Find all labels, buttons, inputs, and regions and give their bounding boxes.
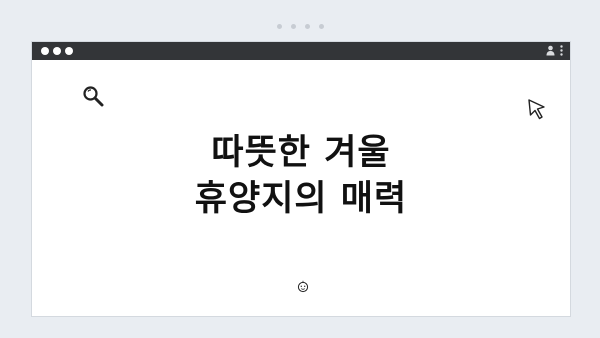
screen: 따뜻한 겨울 휴양지의 매력 [0, 0, 600, 338]
window-dot [65, 47, 73, 55]
title-line-1: 따뜻한 겨울 [211, 133, 391, 173]
kebab-menu-icon[interactable] [560, 45, 563, 56]
search-icon[interactable] [82, 85, 104, 107]
window-dot [41, 47, 49, 55]
window-content: 따뜻한 겨울 휴양지의 매력 [32, 60, 570, 318]
indicator-dot [276, 24, 282, 29]
page-title: 따뜻한 겨울 휴양지의 매력 [32, 130, 570, 222]
indicator-dot [318, 24, 324, 29]
window-dot [53, 47, 61, 55]
browser-window: 따뜻한 겨울 휴양지의 매력 [31, 41, 571, 317]
cursor-icon [528, 99, 545, 120]
indicator-dot [290, 24, 296, 29]
user-icon[interactable] [546, 45, 555, 56]
page-indicator-dots [0, 24, 600, 29]
title-line-2: 휴양지의 매력 [194, 179, 408, 219]
window-dots-icon[interactable] [41, 47, 73, 55]
window-titlebar [32, 42, 570, 60]
indicator-dot [304, 24, 310, 29]
titlebar-actions [546, 45, 563, 56]
face-icon [297, 280, 309, 293]
